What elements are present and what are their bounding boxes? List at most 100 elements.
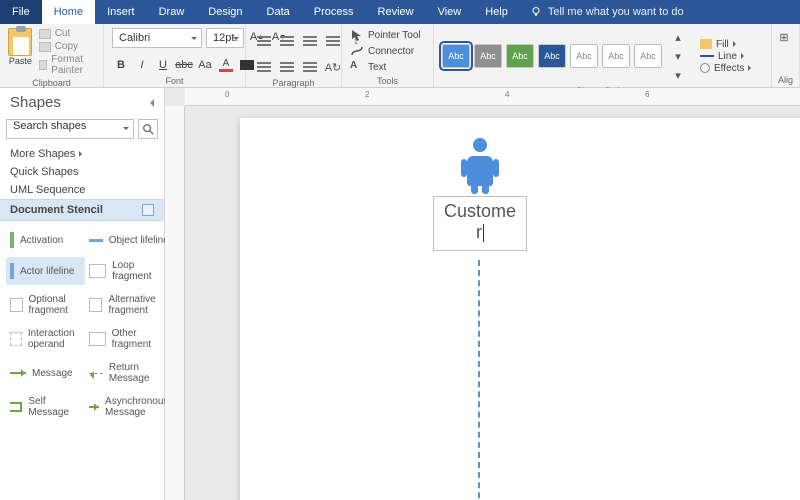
style-gallery[interactable]: Abc Abc Abc Abc Abc Abc Abc ▴ ▾ ▾ (442, 28, 688, 84)
gallery-more-button[interactable]: ▾ (668, 66, 688, 84)
shape-optional-fragment[interactable]: Optional fragment (6, 291, 85, 319)
group-label-clipboard: Clipboard (8, 76, 95, 88)
align-bottom-button[interactable] (300, 58, 320, 76)
pointer-icon (350, 28, 364, 42)
line-icon (700, 55, 714, 57)
align-middle-button[interactable] (277, 58, 297, 76)
ruler-horizontal: 0 2 4 6 (185, 88, 800, 106)
text-cursor (483, 224, 484, 242)
fill-icon (700, 39, 712, 49)
strikethrough-button[interactable]: abc (175, 56, 193, 74)
tell-me-search[interactable]: Tell me what you want to do (520, 0, 694, 24)
group-font: Calibri 12pt. A▲ A▼ B I U abc Aa A Font (104, 24, 246, 87)
drawing-page[interactable]: Custome r (240, 118, 800, 500)
canvas-area[interactable]: 0 2 4 6 Custome r (165, 88, 800, 500)
tell-me-label: Tell me what you want to do (548, 6, 684, 18)
tab-help[interactable]: Help (473, 0, 520, 24)
format-painter-button[interactable]: Format Painter (39, 54, 95, 76)
group-label-paragraph: Paragraph (254, 76, 333, 88)
font-name-combo[interactable]: Calibri (112, 28, 202, 48)
paste-label: Paste (8, 56, 33, 66)
copy-icon (39, 42, 51, 52)
uml-sequence-link[interactable]: UML Sequence (0, 181, 164, 199)
connector-tool-button[interactable]: Connector (350, 44, 414, 58)
style-swatch-3[interactable]: Abc (506, 44, 534, 68)
underline-button[interactable]: U (154, 56, 172, 74)
connector-icon (350, 44, 364, 58)
gallery-up-button[interactable]: ▴ (668, 28, 688, 46)
text-tool-button[interactable]: AText (350, 60, 386, 74)
align-button[interactable]: ⊞ (774, 28, 794, 46)
style-swatch-1[interactable]: Abc (442, 44, 470, 68)
shapes-pane-title: Shapes (10, 94, 61, 111)
search-shapes-input[interactable]: Search shapes (6, 119, 134, 139)
shape-activation[interactable]: Activation (6, 229, 85, 251)
bold-button[interactable]: B (112, 56, 130, 74)
fill-button[interactable]: Fill (700, 39, 754, 50)
document-stencil-header[interactable]: Document Stencil (0, 199, 164, 221)
tab-review[interactable]: Review (366, 0, 426, 24)
align-center-button[interactable] (277, 32, 297, 50)
tab-home[interactable]: Home (42, 0, 95, 24)
group-label-tools: Tools (350, 74, 425, 86)
tab-view[interactable]: View (426, 0, 474, 24)
text-direction-button[interactable]: A↻ (323, 58, 343, 76)
actor-label-editor[interactable]: Custome r (433, 196, 527, 251)
group-label-align: Alig (774, 73, 797, 85)
tab-insert[interactable]: Insert (95, 0, 147, 24)
tab-design[interactable]: Design (196, 0, 254, 24)
change-case-button[interactable]: Aa (196, 56, 214, 74)
lifeline-line[interactable] (478, 260, 480, 500)
cut-button[interactable]: Cut (39, 28, 95, 39)
tab-draw[interactable]: Draw (147, 0, 197, 24)
actor-icon (462, 138, 498, 190)
align-right-button[interactable] (300, 32, 320, 50)
effects-button[interactable]: Effects (700, 63, 754, 74)
lightbulb-icon (530, 6, 542, 18)
ribbon: Paste Cut Copy Format Painter Clipboard … (0, 24, 800, 88)
cut-icon (39, 29, 51, 39)
style-swatch-2[interactable]: Abc (474, 44, 502, 68)
group-label-font: Font (112, 74, 237, 86)
paste-button[interactable]: Paste (8, 28, 33, 66)
font-color-button[interactable]: A (217, 56, 235, 74)
style-swatch-4[interactable]: Abc (538, 44, 566, 68)
style-swatch-5[interactable]: Abc (570, 44, 598, 68)
tab-data[interactable]: Data (255, 0, 302, 24)
shape-message[interactable]: Message (6, 359, 85, 387)
ruler-vertical (165, 106, 185, 500)
menubar: File Home Insert Draw Design Data Proces… (0, 0, 800, 24)
tab-process[interactable]: Process (302, 0, 366, 24)
group-paragraph: ↕ A↻ Paragraph (246, 24, 342, 87)
actor-lifeline-shape[interactable]: Custome r (430, 138, 530, 251)
actor-label-line2: r (476, 222, 482, 242)
group-tools: Pointer Tool Connector AText Tools (342, 24, 434, 87)
quick-shapes-link[interactable]: Quick Shapes (0, 163, 164, 181)
workspace: Shapes Search shapes More Shapes Quick S… (0, 88, 800, 500)
gallery-down-button[interactable]: ▾ (668, 47, 688, 65)
shapes-pane: Shapes Search shapes More Shapes Quick S… (0, 88, 165, 500)
shape-self-message[interactable]: Self Message (6, 393, 85, 421)
actor-label-line1: Custome (444, 201, 516, 221)
collapse-pane-button[interactable] (146, 99, 154, 107)
style-swatch-7[interactable]: Abc (634, 44, 662, 68)
style-swatch-6[interactable]: Abc (602, 44, 630, 68)
text-icon: A (350, 60, 364, 74)
align-left-button[interactable] (254, 32, 274, 50)
copy-button[interactable]: Copy (39, 41, 95, 52)
bullets-button[interactable] (323, 32, 343, 50)
group-shape-styles: Abc Abc Abc Abc Abc Abc Abc ▴ ▾ ▾ Fill L… (434, 24, 772, 87)
font-size-combo[interactable]: 12pt. (206, 28, 244, 48)
shape-actor-lifeline[interactable]: Actor lifeline (6, 257, 85, 285)
align-top-button[interactable] (254, 58, 274, 76)
more-shapes-link[interactable]: More Shapes (0, 145, 164, 163)
shape-list: Activation Object lifeline Actor lifelin… (0, 221, 164, 429)
tab-file[interactable]: File (0, 0, 42, 24)
stencil-save-icon (142, 204, 154, 216)
line-button[interactable]: Line (700, 51, 754, 62)
shape-interaction-operand[interactable]: Interaction operand (6, 325, 85, 353)
search-button[interactable] (138, 119, 158, 139)
italic-button[interactable]: I (133, 56, 151, 74)
format-painter-icon (39, 60, 48, 70)
pointer-tool-button[interactable]: Pointer Tool (350, 28, 421, 42)
